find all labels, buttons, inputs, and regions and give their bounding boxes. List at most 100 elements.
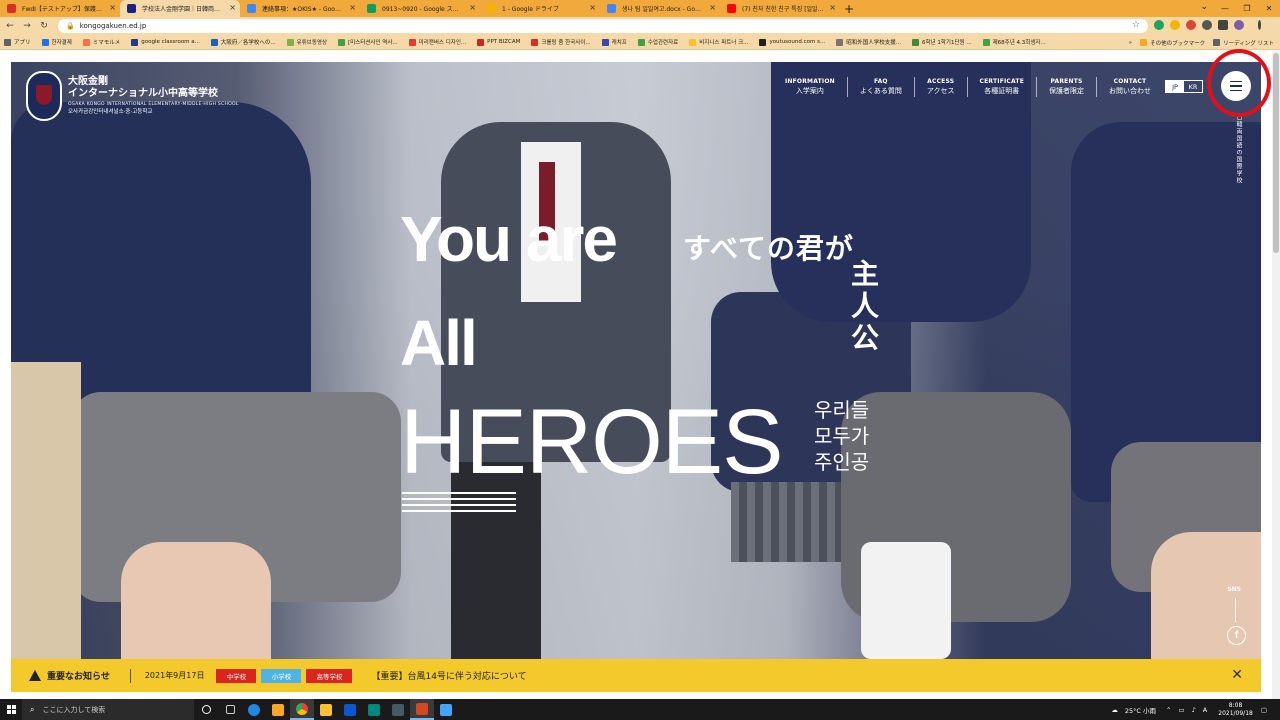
nav-label-en: INFORMATION [784, 78, 835, 85]
bookmark-item[interactable]: 유튜브동영상 [286, 38, 327, 46]
windows-logo-icon [6, 705, 16, 715]
weather-text[interactable]: 25°C 小雨 [1125, 705, 1156, 715]
store-icon[interactable] [266, 699, 290, 720]
bookmark-item[interactable]: youtusound.com s... [759, 38, 825, 46]
bookmark-favicon-icon [286, 38, 294, 46]
taskbar-search[interactable]: ⌕ ここに入力して検索 [22, 699, 194, 720]
close-tab-icon[interactable]: × [709, 3, 716, 12]
browser-tab[interactable]: (7) 친자 친한 친구 특징 [일일여... × [720, 0, 840, 17]
start-button[interactable] [0, 699, 22, 720]
file-explorer-icon[interactable] [314, 699, 338, 720]
extension-icon[interactable] [1186, 20, 1196, 30]
notice-link[interactable]: 【重要】台風14号に伴う対応について [371, 669, 526, 682]
school-logo-text[interactable]: 大阪金剛 インターナショナル小中高等学校 OSAKA KONGO INTERNA… [68, 76, 239, 116]
nav-label-jp: 各種証明書 [984, 87, 1020, 95]
address-bar[interactable]: 🔒 kongogakuen.ed.jp ☆ [58, 19, 1148, 33]
widgets-icon[interactable] [218, 699, 242, 720]
search-placeholder: ここに入力して検索 [42, 705, 106, 714]
minimize-icon[interactable]: — [1214, 0, 1236, 17]
ime-indicator[interactable]: A [1203, 706, 1207, 714]
bookmark-item[interactable]: 昭和外国人学校支援... [836, 38, 901, 46]
bookmark-item[interactable]: ミマモルメ [82, 38, 120, 46]
nav-faq[interactable]: FAQ よくある質問 [848, 77, 915, 97]
bookmark-item[interactable]: 6학년 1학기1단원 ... [911, 38, 972, 46]
bookmark-item[interactable]: 크롤링 줌 한국사이... [531, 38, 591, 46]
profile-avatar[interactable] [1234, 20, 1244, 30]
forward-icon[interactable]: → [20, 19, 34, 33]
tab-favicon-icon [247, 4, 256, 13]
extension-icon[interactable] [1202, 20, 1212, 30]
close-tab-icon[interactable]: × [829, 3, 836, 12]
browser-tab[interactable]: FwdI【テストアップ】保護者ページ-上 × [0, 0, 120, 17]
nav-label-en: ACCESS [927, 78, 955, 85]
bookmarks-overflow-icon[interactable]: » [1129, 40, 1132, 46]
extension-icon[interactable] [1170, 20, 1180, 30]
new-tab-button[interactable]: + [840, 0, 858, 17]
lang-jp-button[interactable]: JP [1166, 81, 1184, 92]
close-tab-icon[interactable]: × [349, 3, 356, 12]
terminal-icon[interactable] [386, 699, 410, 720]
hero-photo [121, 542, 271, 659]
close-notice-icon[interactable]: ✕ [1231, 667, 1243, 683]
nav-information[interactable]: INFORMATION 入学案内 [773, 77, 848, 97]
browser-menu-icon[interactable] [1258, 20, 1261, 30]
bookmark-item[interactable]: google classroom a... [131, 38, 200, 46]
bookmark-item[interactable]: 大阪府／各学校への... [210, 38, 276, 46]
chrome-icon[interactable] [290, 699, 314, 720]
hero-photo [11, 362, 81, 659]
system-tray: ☁ 25°C 小雨 ⌃ ▭ ♪ A 8:08 2021/09/18 ▢ [1111, 699, 1274, 720]
restore-icon[interactable]: ❐ [1236, 0, 1258, 17]
maps-icon[interactable] [362, 699, 386, 720]
bookmark-item[interactable]: PPT BIZCAM [477, 38, 520, 46]
close-tab-icon[interactable]: × [589, 3, 596, 12]
powerpoint-icon[interactable] [410, 699, 434, 720]
edge-icon[interactable] [242, 699, 266, 720]
nav-parents[interactable]: PARENTS 保護者限定 [1037, 77, 1097, 97]
browser-tab[interactable]: 생나 팀 일일여고.docx - Google × [600, 0, 720, 17]
sns-label: SNS [1227, 586, 1241, 593]
notification-icon[interactable]: ▢ [1261, 706, 1267, 714]
extensions-puzzle-icon[interactable] [1218, 20, 1228, 30]
browser-tab-active[interactable]: 学校法人金剛学園｜日韓両国語 × [120, 0, 240, 17]
bookmark-item[interactable]: 비지니스 파트너 크... [689, 38, 748, 46]
scrollbar-thumb[interactable] [1273, 53, 1279, 253]
bookmark-item[interactable]: 미리캔버스 디자인... [408, 38, 466, 46]
network-icon[interactable]: ▭ [1178, 706, 1184, 714]
school-crest-logo[interactable] [26, 71, 62, 121]
tray-overflow-icon[interactable]: ⌃ [1166, 706, 1171, 714]
lang-kr-button[interactable]: KR [1184, 81, 1202, 92]
page-scrollbar[interactable] [1272, 51, 1280, 699]
nav-access[interactable]: ACCESS アクセス [915, 77, 968, 97]
tab-label: FwdI【テストアップ】保護者ページ-上 [22, 6, 104, 13]
bookmark-item[interactable]: 캐치프 [601, 38, 627, 46]
volume-icon[interactable]: ♪ [1192, 706, 1196, 714]
task-view-icon[interactable] [194, 699, 218, 720]
tab-search-icon[interactable]: ⌄ [1200, 2, 1208, 12]
close-tab-icon[interactable]: × [229, 3, 236, 12]
taskbar-clock[interactable]: 8:08 2021/09/18 [1218, 702, 1253, 718]
bookmark-star-icon[interactable]: ☆ [1132, 20, 1140, 30]
close-tab-icon[interactable]: × [469, 3, 476, 12]
close-window-icon[interactable]: ✕ [1258, 0, 1280, 17]
other-bookmarks[interactable]: その他のブックマーク [1140, 39, 1205, 47]
browser-tab[interactable]: 連絡事項：★OKIS★ - Google × [240, 0, 360, 17]
photos-icon[interactable] [434, 699, 458, 720]
nav-certificate[interactable]: CERTIFICATE 各種証明書 [968, 77, 1037, 97]
nav-contact[interactable]: CONTACT お問い合わせ [1097, 77, 1163, 97]
browser-tab[interactable]: 1 - Google ドライブ × [480, 0, 600, 17]
bookmark-item[interactable]: 한자결제 [41, 38, 72, 46]
reading-list[interactable]: リーディング リスト [1213, 39, 1274, 47]
mail-icon[interactable] [338, 699, 362, 720]
bookmark-item[interactable]: 수업관련자료 [637, 38, 678, 46]
browser-tab[interactable]: 0913~0920 - Google スプレッドシー × [360, 0, 480, 17]
lock-icon[interactable]: 🔒 [66, 22, 75, 30]
facebook-icon[interactable]: f [1227, 626, 1246, 645]
back-icon[interactable]: ← [3, 19, 17, 33]
extension-icon[interactable] [1154, 20, 1164, 30]
bookmark-item[interactable]: 제68주년 4.3희생자... [982, 38, 1046, 46]
bookmark-item[interactable]: アプリ [4, 38, 31, 46]
reload-icon[interactable]: ↻ [37, 19, 51, 33]
weather-cloud-icon[interactable]: ☁ [1111, 706, 1118, 714]
bookmark-item[interactable]: [미스터션사인 역사... [338, 38, 398, 46]
close-tab-icon[interactable]: × [109, 3, 116, 12]
